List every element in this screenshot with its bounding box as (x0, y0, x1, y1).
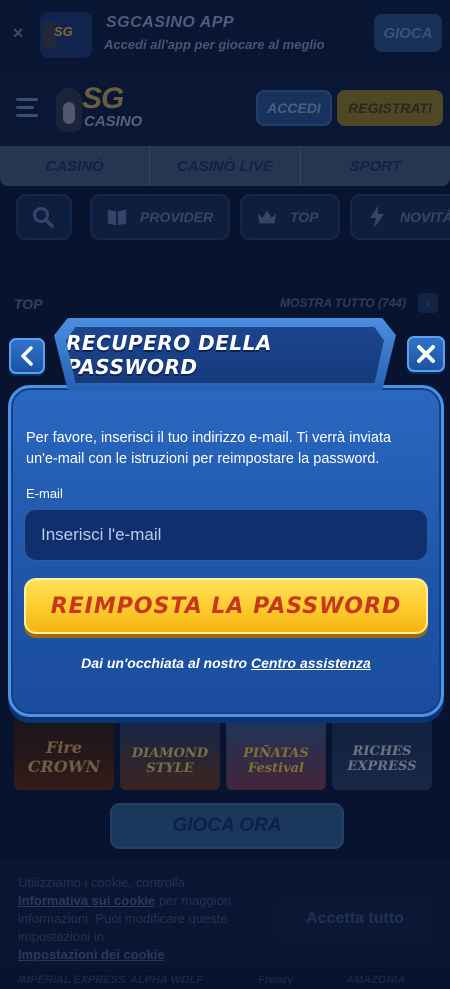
reset-password-button[interactable]: REIMPOSTA LA PASSWORD (24, 578, 428, 634)
email-label: E-mail (26, 486, 63, 501)
close-icon (417, 345, 435, 363)
reset-password-label: REIMPOSTA LA PASSWORD (50, 593, 402, 619)
email-field[interactable] (24, 509, 428, 561)
close-button[interactable] (407, 336, 445, 372)
back-button[interactable] (9, 338, 45, 374)
help-prefix: Dai un'occhiata al nostro (81, 655, 248, 671)
dialog-description: Per favore, inserisci il tuo indirizzo e… (26, 430, 392, 467)
help-center-link[interactable]: Centro assistenza (251, 655, 371, 671)
help-line: Dai un'occhiata al nostro Centro assiste… (0, 655, 450, 671)
dialog-title: RECUPERO DELLA PASSWORD (66, 331, 272, 379)
chevron-left-icon (21, 346, 33, 366)
dialog-title-inner: RECUPERO DELLA PASSWORD (66, 327, 384, 383)
